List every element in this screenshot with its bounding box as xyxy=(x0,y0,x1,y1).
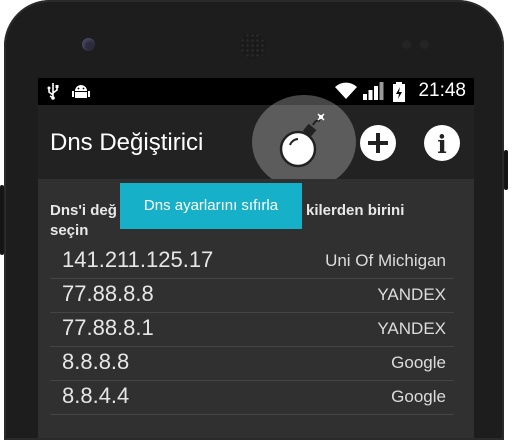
dns-content: Dns'i değ kilerden birini seçin Dns ayar… xyxy=(38,179,474,438)
volume-button xyxy=(0,185,4,255)
power-button xyxy=(504,150,508,190)
dns-ip: 8.8.4.4 xyxy=(62,383,130,408)
instruction-line1-start: Dns'i değ xyxy=(50,202,117,219)
light-sensor xyxy=(420,40,429,49)
android-debug-icon xyxy=(72,82,90,105)
reset-dns-button[interactable] xyxy=(252,95,356,189)
dns-ip: 141.211.125.17 xyxy=(62,247,214,272)
action-bar: Dns Değiştirici i xyxy=(38,95,474,189)
dns-list-item[interactable]: 77.88.8.8 YANDEX xyxy=(50,279,454,313)
instruction-line2: seçin xyxy=(50,222,89,239)
info-icon: i xyxy=(437,130,447,159)
usb-icon xyxy=(46,82,60,105)
signal-icon xyxy=(362,82,384,105)
battery-charging-icon xyxy=(392,82,406,107)
earpiece-speaker xyxy=(240,33,266,59)
proximity-sensor xyxy=(402,40,411,49)
dns-list-item[interactable]: 8.8.4.4 Google xyxy=(50,381,454,415)
info-button[interactable]: i xyxy=(424,125,460,161)
dns-list-item[interactable]: 77.88.8.1 YANDEX xyxy=(50,313,454,347)
clock-time: 21:48 xyxy=(418,80,466,101)
dns-provider: Google xyxy=(391,353,446,372)
dns-provider: Google xyxy=(391,387,446,406)
dns-list-item[interactable]: 8.8.8.8 Google xyxy=(50,347,454,381)
reset-dns-tooltip: Dns ayarlarını sıfırla xyxy=(120,183,302,229)
phone-frame: 21:48 Dns Değiştirici i Dns'i değ kilerd… xyxy=(0,0,508,440)
add-dns-button[interactable] xyxy=(360,125,396,161)
dns-provider: YANDEX xyxy=(377,319,446,338)
app-title: Dns Değiştirici xyxy=(50,129,204,156)
dns-ip: 77.88.8.8 xyxy=(62,281,154,306)
dns-ip: 8.8.8.8 xyxy=(62,349,130,374)
bomb-icon xyxy=(279,113,325,168)
screen: 21:48 Dns Değiştirici i Dns'i değ kilerd… xyxy=(38,78,474,438)
front-camera xyxy=(82,38,95,51)
dns-provider: YANDEX xyxy=(377,285,446,304)
instruction-line1-end: kilerden birini xyxy=(306,202,405,219)
dns-provider: Uni Of Michigan xyxy=(325,251,446,270)
dns-ip: 77.88.8.1 xyxy=(62,315,154,340)
dns-list-item[interactable]: 141.211.125.17 Uni Of Michigan xyxy=(50,245,454,279)
